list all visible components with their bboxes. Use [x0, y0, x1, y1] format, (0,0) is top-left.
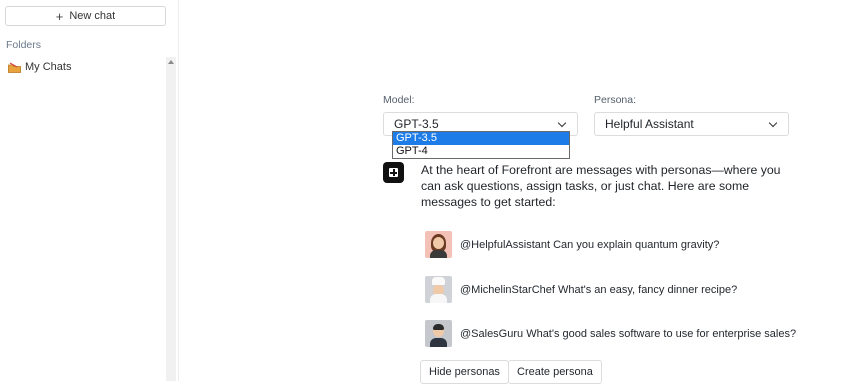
- new-chat-button[interactable]: + New chat: [5, 6, 166, 26]
- sidebar-item-label: My Chats: [25, 61, 72, 73]
- intro-text: At the heart of Forefront are messages w…: [421, 163, 781, 209]
- persona-select[interactable]: Helpful Assistant: [594, 112, 789, 136]
- scroll-up-arrow-icon[interactable]: [168, 60, 174, 64]
- model-option-gpt-4[interactable]: GPT-4: [393, 145, 569, 158]
- folders-heading: Folders: [6, 39, 42, 51]
- model-label: Model:: [383, 94, 415, 106]
- forefront-logo: [383, 162, 404, 183]
- suggestion-text: @HelpfulAssistant Can you explain quantu…: [460, 238, 720, 251]
- chevron-down-icon: [768, 118, 778, 128]
- model-selected-value: GPT-3.5: [394, 117, 439, 131]
- folder-icon: [8, 61, 21, 73]
- suggestion-sales-guru[interactable]: @SalesGuru What's good sales software to…: [425, 320, 796, 347]
- model-option-gpt-3-5[interactable]: GPT-3.5: [393, 132, 569, 145]
- persona-label: Persona:: [594, 94, 637, 106]
- persona-selected-value: Helpful Assistant: [605, 117, 694, 131]
- logo-mark-icon: [389, 168, 398, 177]
- suggestion-text: @SalesGuru What's good sales software to…: [460, 327, 797, 340]
- suggestion-michelin-chef[interactable]: @MichelinStarChef What's an easy, fancy …: [425, 276, 737, 303]
- sidebar-scrollbar[interactable]: [166, 57, 176, 381]
- chevron-down-icon: [557, 118, 567, 128]
- plus-icon: +: [55, 8, 64, 24]
- hide-personas-button[interactable]: Hide personas: [420, 360, 509, 384]
- avatar: [425, 276, 452, 303]
- suggestion-helpful-assistant[interactable]: @HelpfulAssistant Can you explain quantu…: [425, 231, 719, 258]
- sidebar: + New chat Folders My Chats: [0, 0, 179, 381]
- new-chat-label: New chat: [69, 10, 116, 22]
- avatar: [425, 320, 452, 347]
- sidebar-item-my-chats[interactable]: My Chats: [8, 61, 71, 73]
- suggestion-text: @MichelinStarChef What's an easy, fancy …: [460, 283, 738, 296]
- create-persona-button[interactable]: Create persona: [508, 360, 602, 384]
- avatar: [425, 231, 452, 258]
- model-dropdown: GPT-3.5 GPT-4: [392, 131, 570, 159]
